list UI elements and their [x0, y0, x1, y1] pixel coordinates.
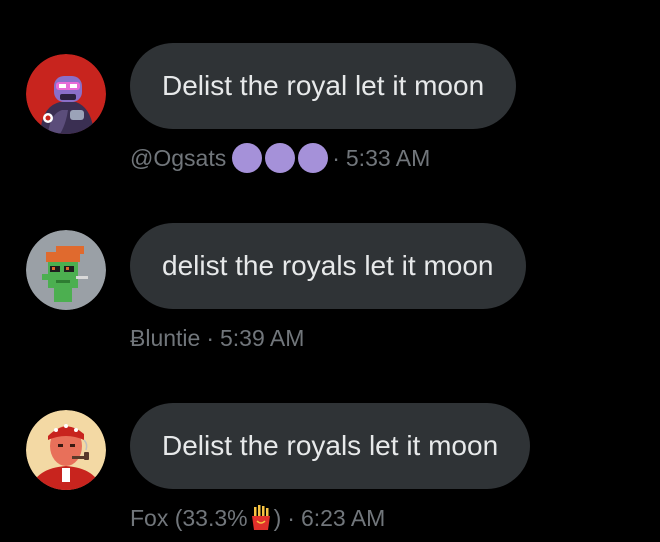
- author-name[interactable]: Ƀluntie: [130, 323, 200, 353]
- author-name[interactable]: Fox (33.3%: [130, 503, 248, 533]
- robot-avatar-icon[interactable]: [26, 54, 106, 134]
- message-time: 6:23 AM: [300, 505, 386, 531]
- meta-separator: ·: [287, 505, 295, 531]
- message-time: 5:39 AM: [220, 325, 305, 351]
- author-name-suffix: ): [273, 505, 282, 531]
- message-meta: Fox (33.3% ) · 6:23 AM: [130, 503, 385, 533]
- purple-dot-icon: [232, 143, 263, 173]
- purple-dot-icon: [298, 143, 329, 173]
- author-name[interactable]: @Ogsats: [130, 143, 226, 173]
- message-time: 5:33 AM: [345, 145, 431, 171]
- purple-dot-icon: [265, 143, 296, 173]
- meta-separator: ·: [206, 325, 214, 351]
- message-meta: @Ogsats · 5:33 AM: [130, 143, 430, 173]
- message-bubble[interactable]: Delist the royals let it moon: [130, 403, 531, 489]
- message-meta: Ƀluntie · 5:39 AM: [130, 323, 304, 353]
- fries-emoji-icon: [249, 505, 273, 531]
- meta-separator: ·: [332, 145, 340, 171]
- author-badge-dots: [232, 143, 329, 173]
- message-bubble[interactable]: delist the royals let it moon: [130, 223, 526, 309]
- pixel-punk-avatar-icon[interactable]: [26, 230, 106, 310]
- bandana-smoker-avatar-icon[interactable]: [26, 410, 106, 490]
- message-bubble[interactable]: Delist the royal let it moon: [130, 43, 517, 129]
- message-thread: Delist the royal let it moon @Ogsats · 5…: [0, 0, 660, 542]
